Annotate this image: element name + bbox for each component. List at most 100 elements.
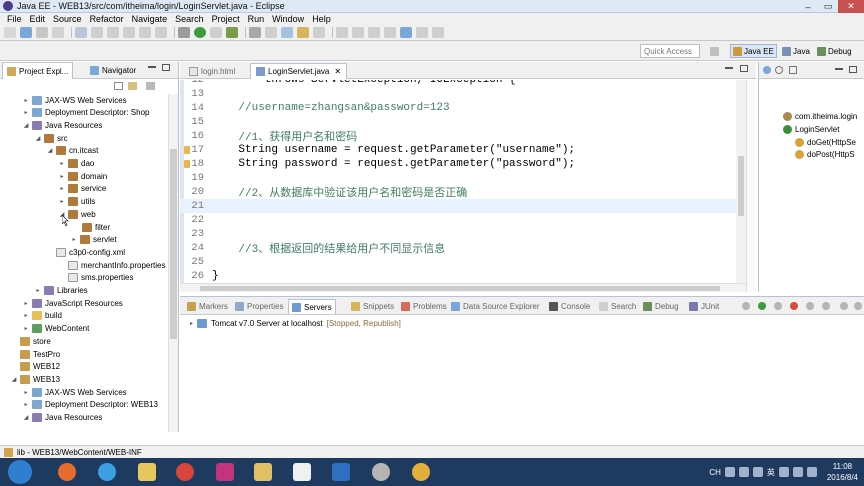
clock[interactable]: 11:08 2016/8/4 [827,461,858,483]
tree-item[interactable]: ▸ Deployment Descriptor: Shop [22,107,150,119]
tab-properties[interactable]: Properties [232,299,286,314]
tab-project-explorer[interactable]: Project Expl... [2,62,74,79]
perspective-java[interactable]: Java [780,44,812,58]
maximize-button[interactable]: ▭ [818,0,838,13]
server-tool-icon[interactable] [742,302,750,310]
tree-expander-icon[interactable]: ◢ [22,414,30,421]
external-tools-icon[interactable] [226,27,238,38]
flag-icon[interactable] [806,467,817,477]
scrollbar-thumb[interactable] [200,286,720,291]
tree-expander-icon[interactable]: ▸ [22,300,30,307]
tree-expander-icon[interactable]: ◢ [22,122,30,129]
tree-item[interactable]: ◢ src [34,132,68,144]
server-tool-icon[interactable] [790,302,798,310]
tree-item[interactable]: c3p0-config.xml [46,246,125,258]
server-icon[interactable] [249,27,261,38]
view-menu-icon[interactable] [146,82,155,90]
code-line[interactable]: 26} [180,269,746,283]
taskbar-explorer[interactable] [248,460,278,484]
code-line[interactable]: 13 [180,87,746,101]
server-tool-icon[interactable] [822,302,830,310]
code-line[interactable]: 12 throws ServletException, IOException … [180,80,746,87]
tree-item[interactable]: ◢ Java Resources [22,119,102,131]
perspective-debug[interactable]: Debug [815,44,854,58]
menu-navigate[interactable]: Navigate [128,14,172,24]
server-tool-icon[interactable] [774,302,782,310]
tree-item[interactable]: ▸ build [22,310,62,322]
run-icon[interactable] [194,27,206,38]
editor-horizontal-scrollbar[interactable] [180,283,746,292]
menu-project[interactable]: Project [208,14,244,24]
tab-loginservlet-java[interactable]: LoginServlet.java ✕ [250,63,348,79]
minimize-icon[interactable] [835,68,843,70]
code-line[interactable]: 16 //1、获得用户名和密码 [180,129,746,144]
tab-servers[interactable]: Servers [288,299,336,314]
tree-item[interactable]: sms.properties [58,272,133,284]
warning-marker-icon[interactable] [184,146,190,154]
outline-icon[interactable] [763,66,771,74]
back-icon[interactable] [416,27,428,38]
last-edit-icon[interactable] [384,27,396,38]
tree-item[interactable]: ▸ WebContent [22,323,89,335]
tree-expander-icon[interactable]: ▸ [22,312,30,319]
tray-icon[interactable] [724,467,735,477]
menu-run[interactable]: Run [244,14,269,24]
tab-problems[interactable]: Problems [398,299,450,314]
view-icon[interactable] [789,66,797,74]
menu-help[interactable]: Help [308,14,335,24]
tree-expander-icon[interactable]: ▸ [22,97,30,104]
tree-expander-icon[interactable]: ▸ [70,236,78,243]
run-dropdown-icon[interactable] [210,27,222,38]
tab-data-source-explorer[interactable]: Data Source Explorer [448,299,542,314]
taskbar-chrome[interactable] [170,460,200,484]
tree-item[interactable]: ▸ Libraries [34,285,88,297]
pin-icon[interactable] [368,27,380,38]
tree-expander-icon[interactable]: ▸ [34,287,42,294]
code-line[interactable]: 19 [180,171,746,185]
terminate-icon[interactable] [155,27,167,38]
tree-expander-icon[interactable]: ◢ [10,376,18,383]
tree-expander-icon[interactable]: ▸ [22,389,30,396]
tab-login-html[interactable]: login.html [184,63,240,79]
new-java-class-icon[interactable] [281,27,293,38]
scrollbar-thumb[interactable] [170,149,177,339]
server-tool-icon[interactable] [854,302,862,310]
outline-item[interactable]: com.itheima.login [783,110,857,122]
close-tab-icon[interactable]: ✕ [334,67,341,76]
maximize-icon[interactable] [849,66,857,73]
taskbar-word[interactable] [326,460,356,484]
code-line[interactable]: 20 //2、从数据库中验证该用户名和密码是否正确 [180,185,746,200]
open-type-icon[interactable] [297,27,309,38]
taskbar-eclipse[interactable] [366,460,396,484]
annotation-prev-icon[interactable] [352,27,364,38]
toggle-block-icon[interactable] [107,27,119,38]
toggle-mark-icon[interactable] [91,27,103,38]
tree-item[interactable]: ▸ JavaScript Resources [22,297,123,309]
explorer-scrollbar[interactable] [168,94,178,432]
annotation-next-icon[interactable] [336,27,348,38]
server-tool-icon[interactable] [758,302,766,310]
tab-console[interactable]: Console [546,299,593,314]
skip-breakpoints-icon[interactable] [75,27,87,38]
outline-item[interactable]: doPost(HttpS [795,148,855,160]
scrollbar-thumb[interactable] [738,156,744,216]
new-server-icon[interactable] [265,27,277,38]
tree-item[interactable]: filter [72,221,110,233]
tree-expander-icon[interactable]: ▸ [58,198,66,205]
tree-expander-icon[interactable]: ▸ [58,160,66,167]
server-tool-icon[interactable] [840,302,848,310]
taskbar-app[interactable] [406,460,436,484]
tree-item[interactable]: ◢ Java Resources [22,412,102,424]
editor-maximize-icon[interactable] [740,65,748,72]
tree-item[interactable]: ▸ dao [58,158,94,170]
tree-expander-icon[interactable]: ▸ [22,325,30,332]
server-entry[interactable]: ▸ Tomcat v7.0 Server at localhost [Stopp… [190,319,401,328]
tree-expander-icon[interactable]: ◢ [46,147,54,154]
tree-item[interactable]: ◢ WEB13 [10,373,60,385]
close-button[interactable]: ✕ [838,0,864,13]
tree-item[interactable]: ▸ JAX-WS Web Services [22,94,127,106]
tree-item[interactable]: ◢ cn.itcast [46,145,98,157]
input-language[interactable]: CH [709,468,721,477]
tree-item[interactable]: WEB12 [10,361,60,373]
tree-item[interactable]: ▸ utils [58,196,95,208]
